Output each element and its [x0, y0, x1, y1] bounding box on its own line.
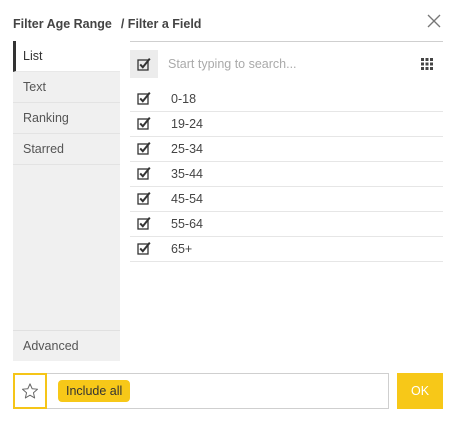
sidebar-item-list[interactable]: List — [13, 41, 120, 72]
list-item-label: 65+ — [171, 242, 193, 256]
checkbox-icon[interactable] — [137, 141, 151, 155]
sidebar-item-starred[interactable]: Starred — [13, 134, 120, 165]
list-item[interactable]: 25-34 — [130, 137, 443, 162]
sidebar-item-label: Starred — [23, 142, 64, 156]
sidebar-item-label: Ranking — [23, 111, 69, 125]
sidebar-item-advanced[interactable]: Advanced — [13, 330, 120, 361]
sidebar-item-text[interactable]: Text — [13, 72, 120, 103]
checkbox-icon[interactable] — [137, 241, 151, 255]
list-item-label: 19-24 — [171, 117, 203, 131]
sidebar-item-label: List — [23, 49, 43, 63]
checkbox-icon[interactable] — [137, 116, 151, 130]
list-item[interactable]: 65+ — [130, 237, 443, 262]
close-button[interactable] — [426, 13, 442, 29]
list-item[interactable]: 0-18 — [130, 87, 443, 112]
sidebar-item-ranking[interactable]: Ranking — [13, 103, 120, 134]
divider — [130, 41, 443, 42]
list-item-label: 55-64 — [171, 217, 203, 231]
checkbox-icon[interactable] — [137, 166, 151, 180]
grid-view-button[interactable] — [420, 57, 434, 71]
checkbox-icon[interactable] — [137, 191, 151, 205]
list-item-label: 35-44 — [171, 167, 203, 181]
list-item[interactable]: 35-44 — [130, 162, 443, 187]
grid-icon — [421, 58, 433, 70]
search-row — [130, 50, 443, 78]
checkbox-icon[interactable] — [137, 216, 151, 230]
search-input[interactable] — [168, 52, 408, 76]
star-icon — [22, 383, 38, 399]
sidebar: List Text Ranking Starred Advanced — [13, 41, 120, 361]
sidebar-item-label: Advanced — [23, 339, 79, 353]
close-icon — [427, 14, 441, 28]
filter-title: Filter Age Range — [13, 17, 112, 31]
list-item-label: 45-54 — [171, 192, 203, 206]
list-item-label: 0-18 — [171, 92, 197, 106]
checkbox-icon[interactable] — [137, 91, 151, 105]
list-item[interactable]: 45-54 — [130, 187, 443, 212]
sidebar-item-label: Text — [23, 80, 46, 94]
checkbox-icon — [137, 57, 151, 71]
list-item[interactable]: 19-24 — [130, 112, 443, 137]
ok-button[interactable]: OK — [397, 373, 443, 409]
dialog-header: Filter Age Range / Filter a Field — [13, 14, 201, 34]
filter-field-title: / Filter a Field — [120, 17, 202, 31]
star-button[interactable] — [13, 373, 47, 409]
select-all-checkbox[interactable] — [130, 50, 158, 78]
list-item[interactable]: 55-64 — [130, 212, 443, 237]
include-all-chip[interactable]: Include all — [58, 380, 131, 402]
list-item-label: 25-34 — [171, 142, 203, 156]
